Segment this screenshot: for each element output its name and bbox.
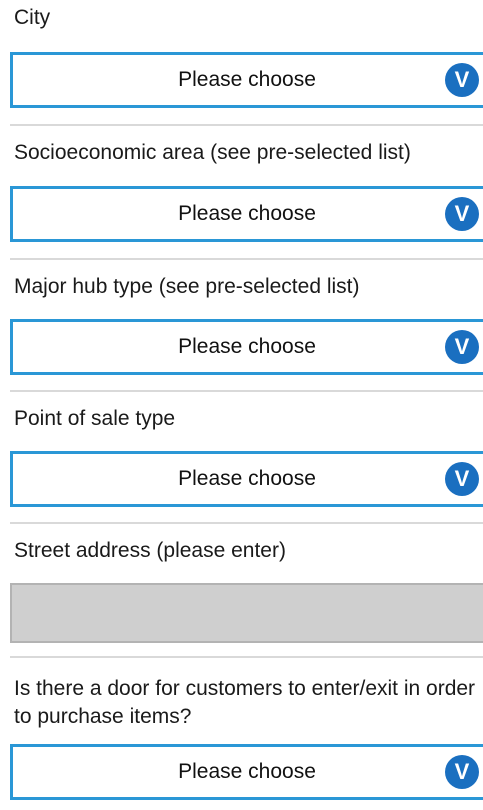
divider (10, 124, 483, 126)
chevron-down-icon[interactable]: V (445, 197, 479, 231)
point-of-sale-type-select-value: Please choose (178, 467, 316, 490)
major-hub-type-select[interactable]: Please choose V (10, 319, 483, 375)
major-hub-type-select-value: Please choose (178, 335, 316, 358)
survey-form: City Please choose V Socioeconomic area … (0, 0, 483, 810)
point-of-sale-type-label: Point of sale type (14, 407, 176, 430)
chevron-down-icon[interactable]: V (445, 330, 479, 364)
street-address-label: Street address (please enter) (14, 539, 286, 562)
city-label: City (14, 6, 51, 29)
city-select[interactable]: Please choose V (10, 52, 483, 108)
city-select-value: Please choose (178, 68, 316, 91)
door-question-label: Is there a door for customers to enter/e… (14, 677, 476, 728)
major-hub-type-label: Major hub type (see pre-selected list) (14, 275, 360, 298)
socioeconomic-area-label: Socioeconomic area (see pre-selected lis… (14, 141, 411, 164)
divider (10, 656, 483, 658)
divider (10, 258, 483, 260)
door-question-select-value: Please choose (178, 760, 316, 783)
chevron-down-icon[interactable]: V (445, 63, 479, 97)
street-address-input[interactable] (10, 583, 483, 643)
point-of-sale-type-select[interactable]: Please choose V (10, 451, 483, 507)
socioeconomic-area-select-value: Please choose (178, 202, 316, 225)
socioeconomic-area-select[interactable]: Please choose V (10, 186, 483, 242)
chevron-down-icon[interactable]: V (445, 755, 479, 789)
divider (10, 390, 483, 392)
chevron-down-icon[interactable]: V (445, 462, 479, 496)
door-question-select[interactable]: Please choose V (10, 744, 483, 800)
divider (10, 522, 483, 524)
